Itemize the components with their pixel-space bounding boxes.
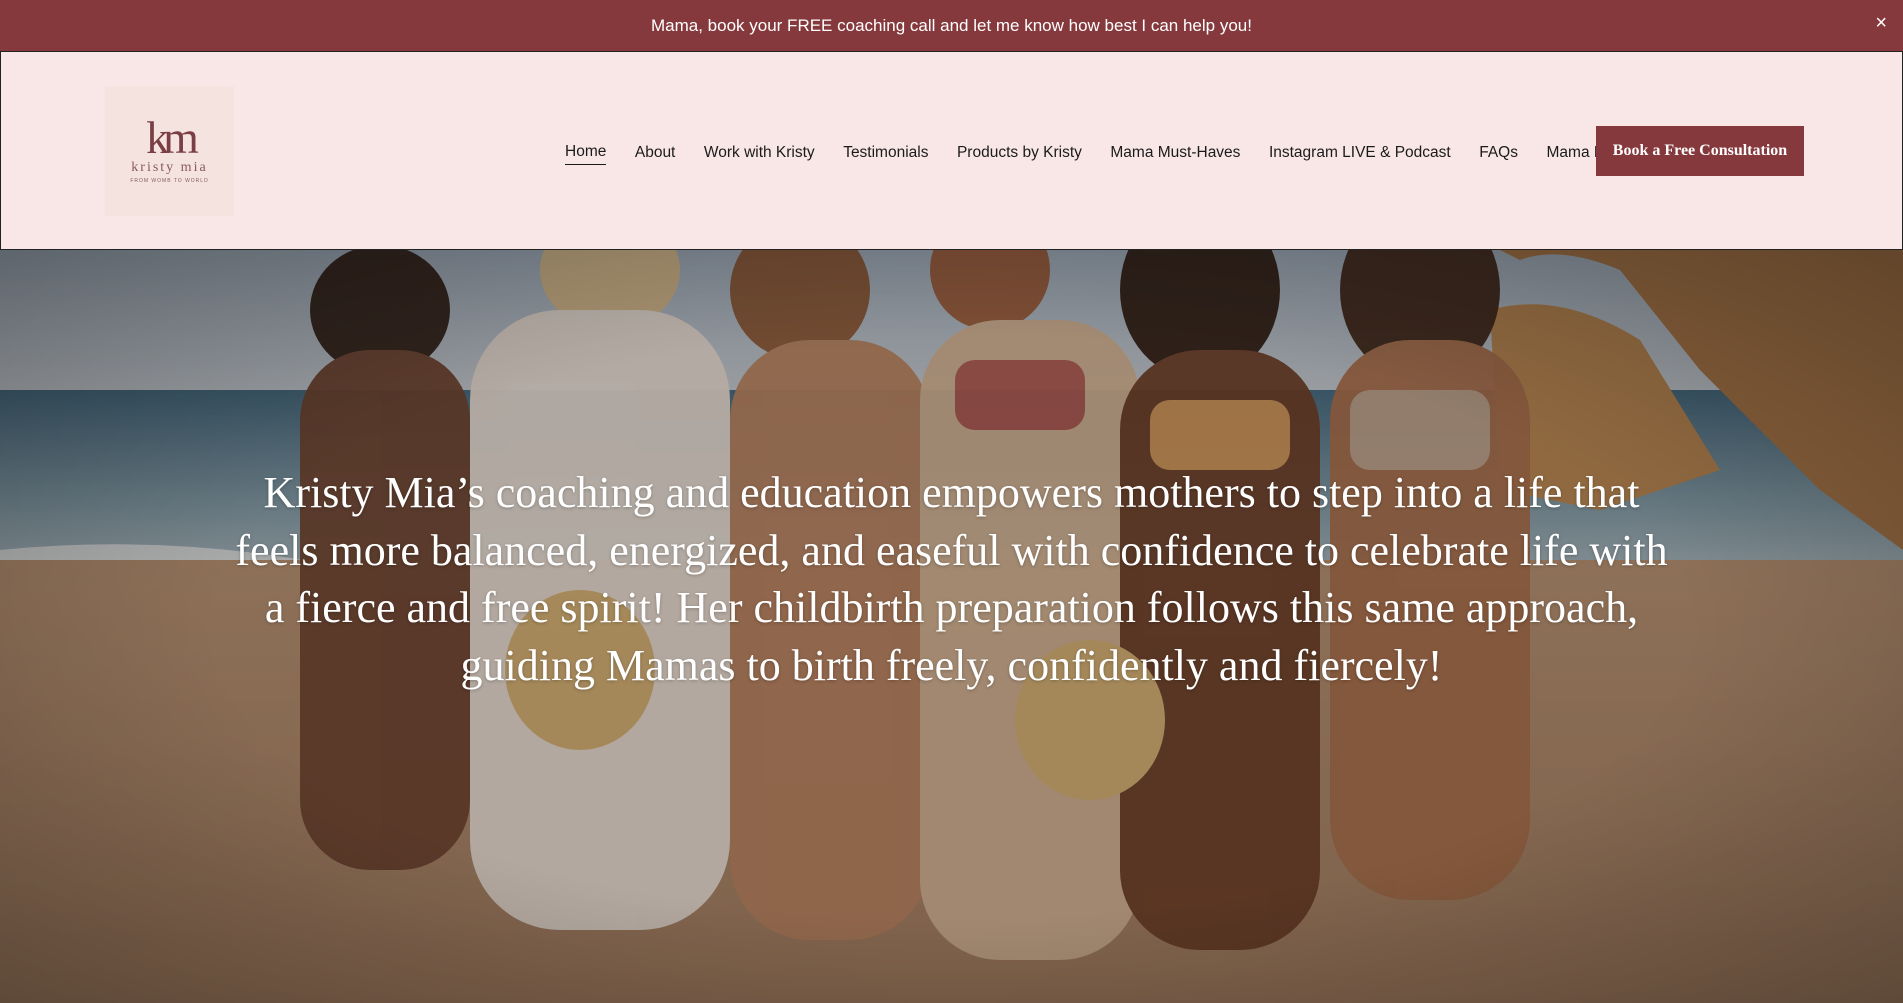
main-nav: Home About Work with Kristy Testimonials… [565, 142, 1653, 166]
announcement-bar: Mama, book your FREE coaching call and l… [0, 0, 1903, 51]
site-logo[interactable]: km kristy mia FROM WOMB TO WORLD [105, 86, 234, 216]
nav-work-with-kristy[interactable]: Work with Kristy [704, 144, 815, 165]
hero-headline: Kristy Mia’s coaching and education empo… [235, 468, 1668, 690]
hero-section: Kristy Mia’s coaching and education empo… [0, 250, 1903, 1003]
nav-home[interactable]: Home [565, 143, 607, 165]
nav-instagram-podcast[interactable]: Instagram LIVE & Podcast [1269, 144, 1451, 165]
announcement-text: Mama, book your FREE coaching call and l… [651, 15, 1252, 35]
nav-testimonials[interactable]: Testimonials [843, 144, 928, 165]
nav-about[interactable]: About [635, 144, 676, 165]
nav-mama-must-haves[interactable]: Mama Must-Haves [1110, 144, 1240, 165]
logo-monogram: km [146, 112, 199, 163]
book-consultation-button[interactable]: Book a Free Consultation [1596, 126, 1804, 176]
logo-name: kristy mia [131, 160, 208, 175]
site-header: km kristy mia FROM WOMB TO WORLD Home Ab… [0, 51, 1903, 250]
close-icon[interactable]: × [1875, 12, 1887, 35]
nav-faqs[interactable]: FAQs [1479, 144, 1518, 165]
logo-tagline: FROM WOMB TO WORLD [130, 178, 209, 184]
nav-products[interactable]: Products by Kristy [957, 144, 1082, 165]
